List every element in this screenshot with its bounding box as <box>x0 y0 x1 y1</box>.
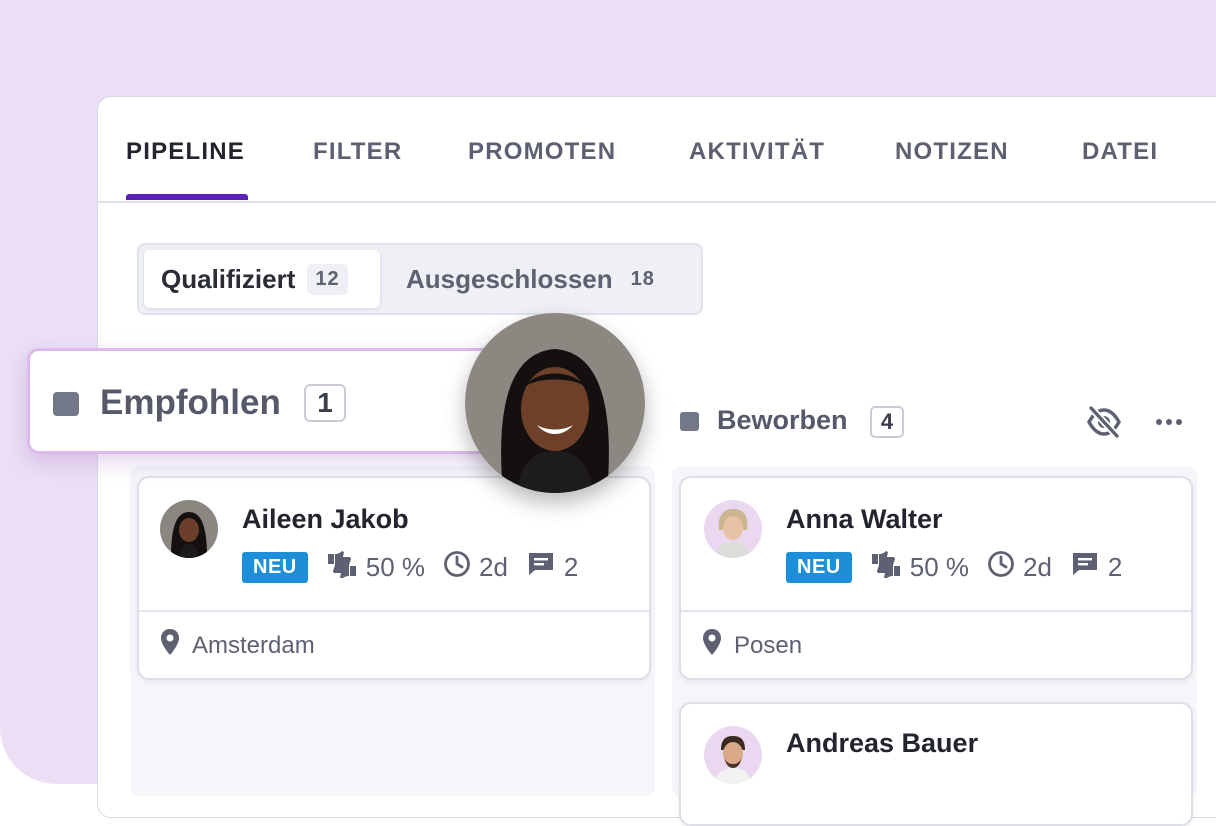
candidate-name: Aileen Jakob <box>242 504 409 534</box>
score-group: 50 % <box>326 550 425 585</box>
comments-group: 2 <box>526 550 578 585</box>
thumbs-icon <box>326 550 366 585</box>
column-title: Empfohlen <box>100 383 281 422</box>
location-pin-icon <box>160 628 192 663</box>
comment-icon <box>1070 550 1108 585</box>
segment-qualifiziert[interactable]: Qualifiziert 12 <box>144 250 380 308</box>
new-badge: NEU <box>786 551 852 583</box>
segment-label: Ausgeschlossen <box>406 263 613 294</box>
column-count-badge: 4 <box>870 406 904 438</box>
avatar <box>160 500 218 558</box>
time-value: 2d <box>479 551 508 582</box>
comment-count: 2 <box>563 551 579 582</box>
column-header-empfohlen[interactable]: Empfohlen 1 <box>27 348 527 454</box>
candidate-card[interactable]: Aileen Jakob NEU 50 % 2d 2 Amsterdam <box>137 476 651 680</box>
score-group: 50 % <box>870 550 969 585</box>
eye-off-icon[interactable] <box>1086 405 1122 444</box>
time-group: 2d <box>987 550 1052 585</box>
new-badge: NEU <box>242 551 308 583</box>
card-location: Posen <box>702 628 802 663</box>
comments-group: 2 <box>1070 550 1122 585</box>
time-group: 2d <box>443 550 508 585</box>
card-header <box>681 478 1191 612</box>
column-color-square <box>680 412 699 431</box>
candidate-name: Anna Walter <box>786 504 943 534</box>
location-text: Amsterdam <box>192 631 315 659</box>
segment-control: Qualifiziert 12 Ausgeschlossen 18 <box>137 243 703 315</box>
clock-icon <box>443 550 479 585</box>
more-icon[interactable] <box>1155 413 1183 436</box>
segment-count: 12 <box>307 263 348 295</box>
clock-icon <box>987 550 1023 585</box>
dragged-candidate-avatar[interactable] <box>465 313 645 493</box>
column-color-square <box>53 392 79 416</box>
card-location: Amsterdam <box>160 628 315 663</box>
comment-icon <box>526 550 564 585</box>
time-value: 2d <box>1023 551 1052 582</box>
tab-datei[interactable]: DATEI <box>1082 138 1158 166</box>
avatar <box>704 726 762 784</box>
candidate-card[interactable]: Anna Walter NEU 50 % 2d 2 Posen <box>679 476 1193 680</box>
score-value: 50 % <box>909 551 969 582</box>
tab-promoten[interactable]: PROMOTEN <box>468 138 616 166</box>
column-title: Beworben <box>717 405 848 435</box>
column-count-badge: 1 <box>304 384 346 422</box>
tab-notizen[interactable]: NOTIZEN <box>895 138 1009 166</box>
tab-pipeline[interactable]: PIPELINE <box>126 138 245 166</box>
location-pin-icon <box>702 628 734 663</box>
tab-filter[interactable]: FILTER <box>313 138 402 166</box>
segment-ausgeschlossen[interactable]: Ausgeschlossen 18 <box>389 250 689 308</box>
tab-bar: PIPELINE FILTER PROMOTEN AKTIVITÄT NOTIZ… <box>98 97 1216 203</box>
score-value: 50 % <box>365 551 425 582</box>
comment-count: 2 <box>1107 551 1123 582</box>
card-meta: NEU 50 % 2d 2 <box>786 550 1122 584</box>
avatar <box>704 500 762 558</box>
segment-label: Qualifiziert <box>161 263 296 294</box>
active-tab-indicator <box>126 194 248 200</box>
candidate-name: Andreas Bauer <box>786 728 979 758</box>
card-meta: NEU 50 % 2d 2 <box>242 550 578 584</box>
candidate-card[interactable]: Andreas Bauer <box>679 702 1193 826</box>
tab-aktivitaet[interactable]: AKTIVITÄT <box>689 138 825 166</box>
card-header <box>139 478 649 612</box>
segment-count: 18 <box>630 267 655 290</box>
thumbs-icon <box>870 550 910 585</box>
location-text: Posen <box>734 631 803 659</box>
